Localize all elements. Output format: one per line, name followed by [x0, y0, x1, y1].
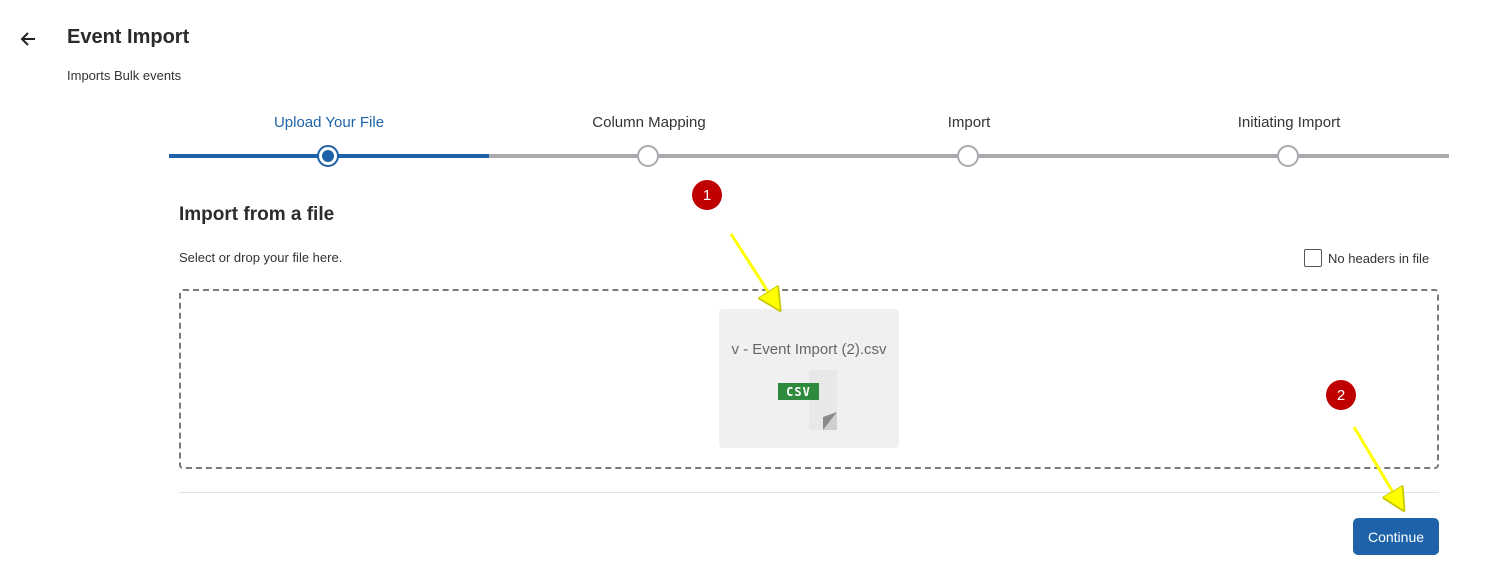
- annotation-badge-1: 1: [692, 180, 722, 210]
- back-arrow-icon[interactable]: [14, 26, 44, 52]
- annotation-badge-2: 2: [1326, 380, 1356, 410]
- checkbox-box[interactable]: [1304, 249, 1322, 267]
- step-dot-upload[interactable]: [317, 145, 339, 167]
- drop-hint: Select or drop your file here.: [179, 250, 343, 265]
- step-label-column-mapping[interactable]: Column Mapping: [592, 114, 705, 131]
- page-title: Event Import: [67, 26, 190, 48]
- csv-badge-text: CSV: [786, 385, 811, 399]
- csv-file-icon: CSV: [778, 369, 840, 431]
- step-dot-import[interactable]: [957, 145, 979, 167]
- no-headers-checkbox[interactable]: No headers in file: [1304, 247, 1429, 269]
- step-label-import[interactable]: Import: [948, 114, 991, 131]
- step-label-initiating-import[interactable]: Initiating Import: [1238, 114, 1341, 131]
- no-headers-label: No headers in file: [1328, 250, 1430, 266]
- annotation-arrows: [729, 233, 1502, 575]
- page-subtitle: Imports Bulk events: [67, 68, 182, 83]
- file-name: v - Event Import (2).csv: [731, 341, 887, 358]
- continue-button[interactable]: Continue: [1353, 518, 1439, 555]
- divider: [179, 492, 1439, 493]
- step-label-upload[interactable]: Upload Your File: [274, 114, 384, 131]
- step-dot-column-mapping[interactable]: [637, 145, 659, 167]
- section-title: Import from a file: [179, 204, 335, 225]
- step-dot-initiating-import[interactable]: [1277, 145, 1299, 167]
- file-card[interactable]: v - Event Import (2).csv CSV: [719, 309, 899, 448]
